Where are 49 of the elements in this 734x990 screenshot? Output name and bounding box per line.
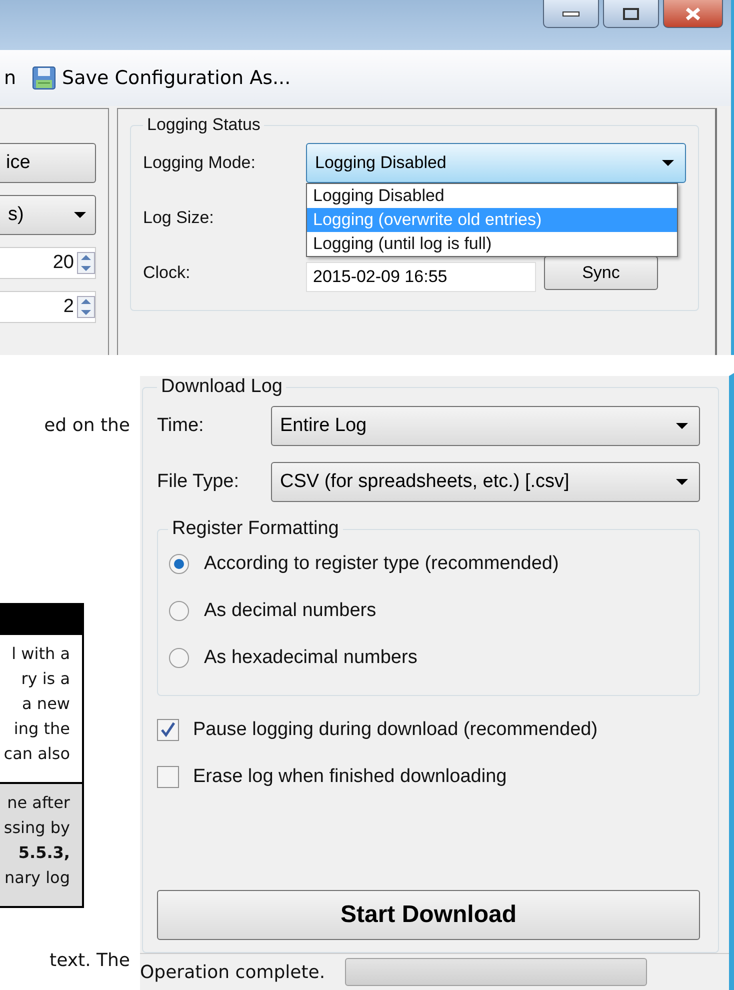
toolbar-button[interactable]: Save Configuration As... — [32, 66, 291, 90]
field-label: Clock: — [143, 262, 192, 282]
checkbox[interactable] — [157, 766, 179, 788]
dropdown-option[interactable]: Logging Disabled — [307, 184, 677, 208]
dropdown[interactable]: s) — [0, 195, 96, 235]
caret-icon — [73, 211, 87, 219]
device-button[interactable]: ice — [0, 143, 96, 183]
note-text: ne after ssing by 5.5.3, nary log — [0, 782, 82, 906]
spinner-arrows-icon — [77, 252, 95, 274]
checkbox-label: Pause logging during download (recommended) — [193, 718, 598, 740]
note-text: l with a ry is a a new ing the can also — [2, 643, 71, 765]
body-text: text. The — [50, 950, 130, 971]
close-button[interactable] — [663, 0, 723, 28]
minimize-icon — [562, 10, 580, 16]
clock-field[interactable]: 2015-02-09 16:55 — [306, 262, 536, 292]
radio-label: According to register type (recommended) — [204, 552, 559, 574]
radio-label: As decimal numbers — [204, 600, 376, 622]
radio-button[interactable] — [168, 600, 190, 622]
spinner-arrows-icon — [77, 296, 95, 318]
status-text: Operation complete. — [140, 962, 326, 982]
close-icon — [684, 6, 702, 20]
field-label: Logging Mode: — [143, 152, 256, 172]
caret-icon — [675, 478, 689, 486]
checkbox-label: Erase log when finished downloading — [193, 766, 507, 788]
radio-label: As hexadecimal numbers — [204, 646, 418, 668]
field-label: File Type: — [157, 471, 240, 493]
spinner-field[interactable]: 20 — [0, 247, 96, 279]
group-title: Register Formatting — [171, 518, 340, 540]
maximize-button[interactable] — [603, 0, 659, 28]
spinner-field[interactable]: 2 — [0, 291, 96, 323]
radio-button[interactable] — [168, 552, 190, 574]
logging-mode-dropdown[interactable]: Logging Disabled — [306, 142, 686, 182]
start-download-button[interactable]: Start Download — [157, 890, 700, 940]
dropdown-option[interactable]: Logging (until log is full) — [307, 232, 677, 256]
sync-button[interactable]: Sync — [544, 256, 658, 290]
group-title: Logging Status — [146, 115, 262, 135]
maximize-icon — [623, 8, 639, 20]
time-dropdown[interactable]: Entire Log — [271, 406, 700, 446]
file-type-dropdown[interactable]: CSV (for spreadsheets, etc.) [.csv] — [271, 462, 700, 502]
caret-icon — [675, 422, 689, 430]
radio-button[interactable] — [168, 646, 190, 668]
toolbar-button[interactable]: n — [4, 67, 16, 89]
group-title: Download Log — [160, 376, 284, 398]
field-label: Time: — [157, 415, 205, 437]
minimize-button[interactable] — [543, 0, 599, 28]
checkbox[interactable] — [157, 718, 179, 740]
field-label: Log Size: — [143, 208, 215, 228]
caret-icon — [661, 158, 675, 166]
body-text: ed on the — [44, 415, 130, 436]
